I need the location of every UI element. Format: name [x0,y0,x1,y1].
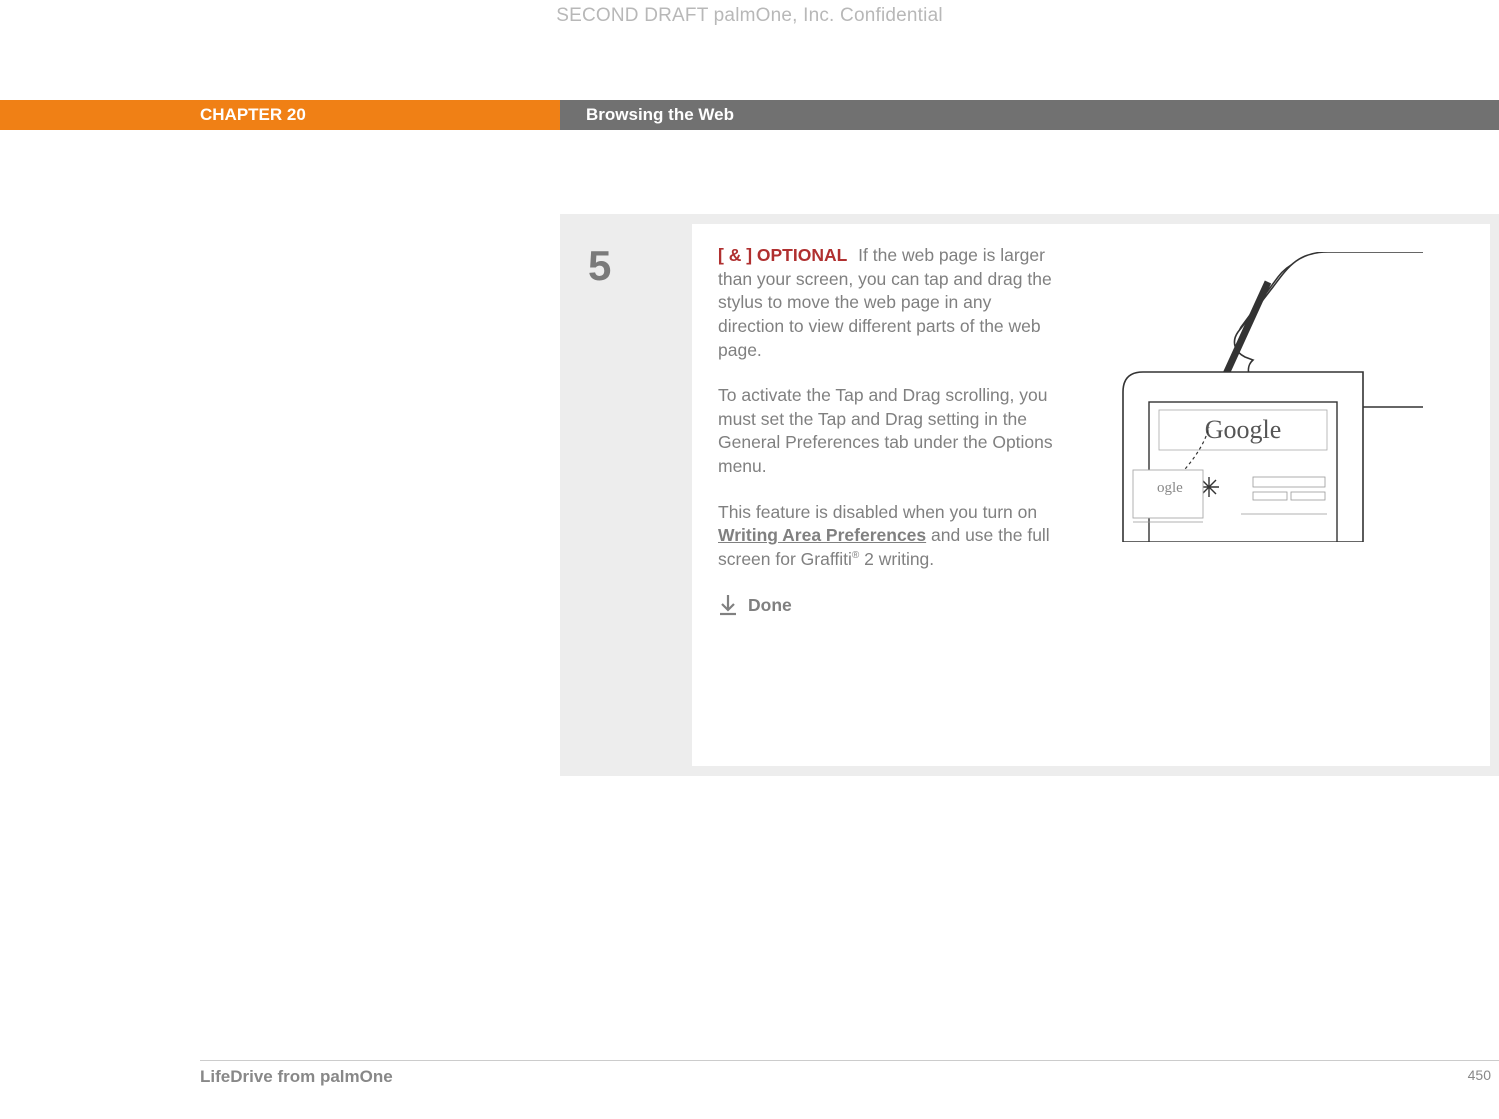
step-paragraph-1: [ & ] OPTIONAL If the web page is larger… [718,244,1058,362]
optional-tag: [ & ] OPTIONAL [718,245,847,265]
confidential-header: SECOND DRAFT palmOne, Inc. Confidential [0,5,1499,27]
step-container: 5 [ & ] OPTIONAL If the web page is larg… [560,214,1499,776]
device-stylus-illustration: Google ogle [1103,252,1423,542]
chapter-number: CHAPTER 20 [0,100,560,130]
google-logo-text: Google [1205,415,1282,444]
writing-area-preferences-link[interactable]: Writing Area Preferences [718,525,926,545]
step-panel: [ & ] OPTIONAL If the web page is larger… [692,224,1490,766]
step-paragraph-2: To activate the Tap and Drag scrolling, … [718,384,1058,479]
chapter-title: Browsing the Web [560,100,1499,130]
page-footer: LifeDrive from palmOne 450 [200,1060,1499,1087]
step-paragraph-3: This feature is disabled when you turn o… [718,501,1058,572]
step-number: 5 [588,242,692,290]
para3-c: 2 writing. [859,549,934,569]
step-text: [ & ] OPTIONAL If the web page is larger… [718,244,1058,740]
footer-page-number: 450 [1468,1067,1499,1087]
done-arrow-icon [718,594,738,616]
google-logo-small: ogle [1157,480,1183,496]
illustration-column: Google ogle [1058,244,1468,740]
done-row: Done [718,594,1058,618]
step-number-column: 5 [560,224,692,766]
done-label: Done [748,594,792,618]
chapter-bar: CHAPTER 20 Browsing the Web [0,100,1499,130]
para3-a: This feature is disabled when you turn o… [718,502,1037,522]
footer-product: LifeDrive from palmOne [200,1067,393,1087]
